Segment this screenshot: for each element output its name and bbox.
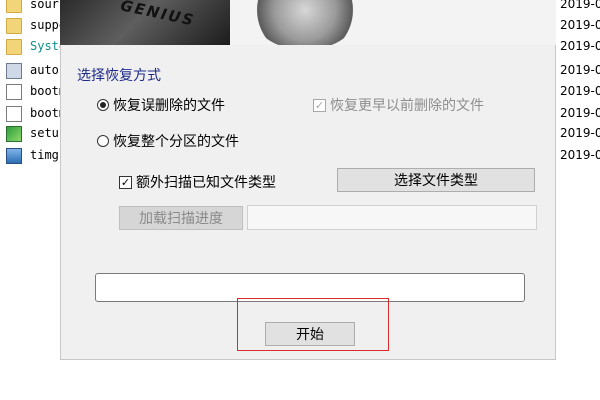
select-file-types-button[interactable]: 选择文件类型 xyxy=(337,168,535,192)
file-date: 2019-0 xyxy=(560,0,600,11)
file-name: bootmgr xyxy=(30,106,60,120)
checkbox-checked[interactable]: ✓ xyxy=(119,175,132,189)
checkbox-label: 额外扫描已知文件类型 xyxy=(136,175,276,191)
header-banner: GENIUS xyxy=(60,0,556,45)
checkbox-recover-earlier[interactable]: ✓ 恢复更早以前删除的文件 xyxy=(313,95,484,115)
radio-button-checked[interactable] xyxy=(97,99,109,111)
load-scan-progress-button[interactable]: 加载扫描进度 xyxy=(119,206,243,230)
file-date: 2019-0 xyxy=(560,126,600,140)
file-date: 2019-0 xyxy=(560,18,600,32)
radio-button[interactable] xyxy=(97,135,109,147)
file-name: sources xyxy=(30,0,60,11)
folder-icon xyxy=(6,0,22,13)
file-name: autorun xyxy=(30,63,60,77)
file-date: 2019-0 xyxy=(560,39,600,53)
file-name: timg. xyxy=(30,148,60,162)
file-date: 2019-0 xyxy=(560,84,600,98)
setup-icon xyxy=(6,126,22,142)
file-date: 2019-0 xyxy=(560,63,600,77)
file-name: setup xyxy=(30,126,60,140)
image-icon xyxy=(6,148,22,164)
checkbox-extra-scan[interactable]: ✓ 额外扫描已知文件类型 xyxy=(119,172,276,192)
scan-progress-path-field[interactable] xyxy=(247,205,537,230)
autorun-icon xyxy=(6,63,22,79)
radio-recover-deleted[interactable]: 恢复误删除的文件 xyxy=(97,95,225,115)
folder-icon xyxy=(6,18,22,34)
highlight-box xyxy=(237,298,389,351)
file-name: System xyxy=(30,39,60,53)
section-title: 选择恢复方式 xyxy=(77,68,161,84)
gear-graphic-icon xyxy=(250,0,360,45)
folder-icon xyxy=(6,39,22,55)
document-icon xyxy=(6,106,22,122)
file-date: 2019-0 xyxy=(560,148,600,162)
radio-recover-partition[interactable]: 恢复整个分区的文件 xyxy=(97,131,239,151)
radio-label: 恢复整个分区的文件 xyxy=(113,134,239,150)
recovery-dialog: 选择恢复方式 恢复误删除的文件 ✓ 恢复更早以前删除的文件 恢复整个分区的文件 … xyxy=(60,45,556,360)
document-icon xyxy=(6,84,22,100)
checkbox-disabled[interactable]: ✓ xyxy=(313,98,326,112)
radio-label: 恢复误删除的文件 xyxy=(113,98,225,114)
file-name: bootmgr xyxy=(30,84,60,98)
file-name: support xyxy=(30,18,60,32)
checkbox-label: 恢复更早以前删除的文件 xyxy=(330,98,484,114)
file-date: 2019-0 xyxy=(560,106,600,120)
